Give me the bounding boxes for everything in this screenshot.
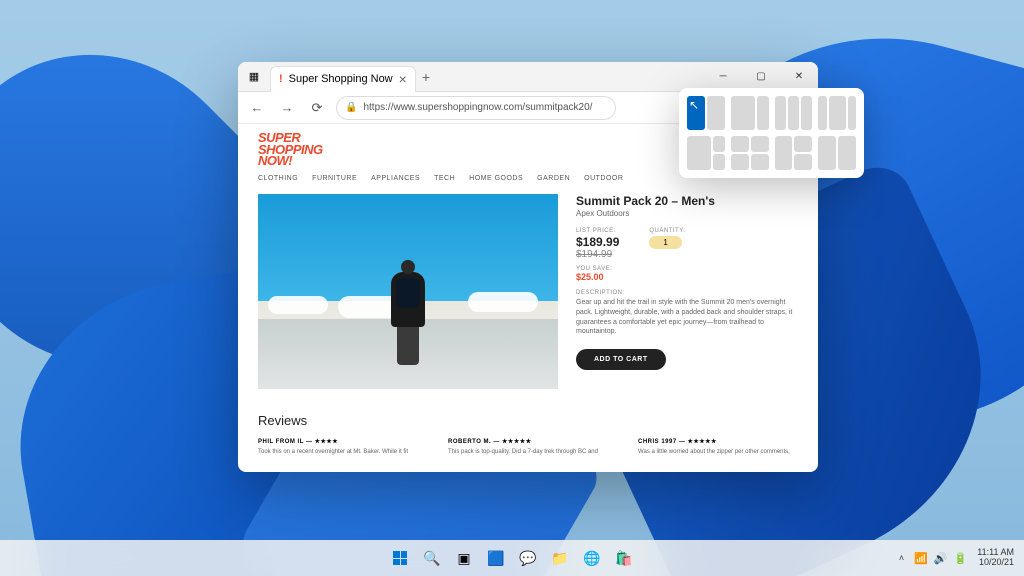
start-button[interactable]	[386, 544, 414, 572]
cursor-icon: ↖	[689, 98, 699, 112]
volume-icon[interactable]: 🔊	[934, 552, 948, 565]
nav-link[interactable]: FURNITURE	[312, 175, 357, 182]
snap-layout-quad[interactable]	[731, 136, 769, 170]
quantity-stepper[interactable]: 1	[649, 236, 681, 249]
snap-layout-two-thirds[interactable]	[731, 96, 769, 130]
tray-chevron-icon[interactable]: ˄	[899, 553, 904, 563]
snap-layout-stack[interactable]	[818, 136, 856, 170]
explorer-icon[interactable]: 📁	[546, 544, 574, 572]
address-bar[interactable]: 🔒 https://www.supershoppingnow.com/summi…	[336, 96, 616, 120]
tab-title: Super Shopping Now	[289, 73, 393, 85]
browser-tab[interactable]: ! Super Shopping Now ×	[270, 66, 416, 92]
snap-layout-half[interactable]: ↖	[687, 96, 725, 130]
snap-layout-three-col[interactable]	[775, 96, 813, 130]
url-text: https://www.supershoppingnow.com/summitp…	[363, 102, 592, 113]
save-amount: $25.00	[576, 272, 798, 282]
nav-link[interactable]: HOME GOODS	[469, 175, 523, 182]
forward-button[interactable]: →	[276, 97, 298, 119]
product-name: Summit Pack 20 – Men's	[576, 194, 798, 208]
review-item: PHIL FROM IL — ★★★★Took this on a recent…	[258, 438, 418, 457]
wifi-icon[interactable]: 📶	[914, 552, 928, 565]
widgets-icon[interactable]: 🟦	[482, 544, 510, 572]
description-label: DESCRIPTION:	[576, 290, 798, 296]
nav-link[interactable]: TECH	[434, 175, 455, 182]
price-label: LIST PRICE:	[576, 228, 619, 234]
snap-layout-wide-center[interactable]	[818, 96, 856, 130]
favicon-icon: !	[279, 73, 283, 85]
nav-link[interactable]: OUTDOOR	[584, 175, 623, 182]
snap-layouts-flyout: ↖	[679, 88, 864, 178]
close-tab-icon[interactable]: ×	[399, 71, 407, 87]
back-button[interactable]: ←	[246, 97, 268, 119]
nav-link[interactable]: GARDEN	[537, 175, 570, 182]
product-brand: Apex Outdoors	[576, 209, 798, 218]
tab-actions-icon[interactable]: ▦	[244, 67, 264, 87]
product-image	[258, 194, 558, 389]
reviews-heading: Reviews	[258, 413, 798, 428]
nav-link[interactable]: APPLIANCES	[371, 175, 420, 182]
nav-link[interactable]: CLOTHING	[258, 175, 298, 182]
clock[interactable]: 11:11 AM10/20/21	[977, 548, 1014, 568]
task-view-icon[interactable]: ▣	[450, 544, 478, 572]
chat-icon[interactable]: 💬	[514, 544, 542, 572]
original-price: $194.99	[576, 249, 619, 260]
lock-icon: 🔒	[345, 102, 357, 113]
review-item: ROBERTO M. — ★★★★★This pack is top-quali…	[448, 438, 608, 457]
product-description: Gear up and hit the trail in style with …	[576, 298, 798, 337]
store-icon[interactable]: 🛍️	[610, 544, 638, 572]
quantity-label: QUANTITY:	[649, 228, 685, 234]
edge-icon[interactable]: 🌐	[578, 544, 606, 572]
taskbar: 🔍 ▣ 🟦 💬 📁 🌐 🛍️ ˄ 📶 🔊 🔋 11:11 AM10/20/21	[0, 540, 1024, 576]
refresh-button[interactable]: ⟳	[306, 97, 328, 119]
search-icon[interactable]: 🔍	[418, 544, 446, 572]
system-tray: ˄ 📶 🔊 🔋 11:11 AM10/20/21	[899, 548, 1024, 568]
snap-layout-three-right[interactable]	[775, 136, 813, 170]
review-item: CHRIS 1997 — ★★★★★Was a little worried a…	[638, 438, 798, 457]
product-price: $189.99	[576, 235, 619, 249]
snap-layout-quad-left[interactable]	[687, 136, 725, 170]
add-to-cart-button[interactable]: ADD TO CART	[576, 349, 666, 370]
new-tab-button[interactable]: +	[422, 69, 430, 85]
battery-icon[interactable]: 🔋	[954, 552, 968, 565]
